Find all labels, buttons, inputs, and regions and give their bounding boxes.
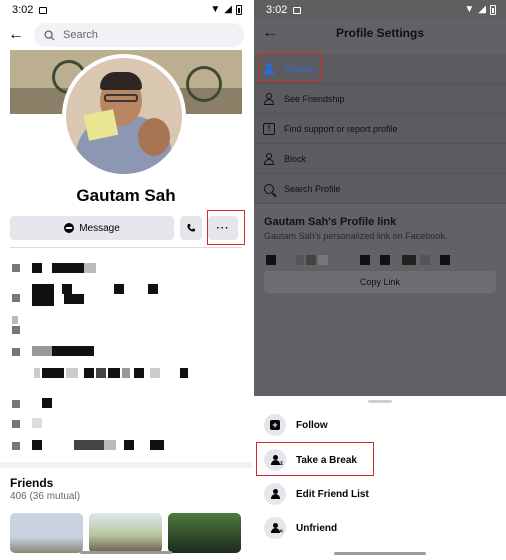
profile-name: Gautam Sah <box>76 186 176 205</box>
image-notification-icon <box>293 6 302 14</box>
search-icon <box>44 29 55 41</box>
edit-friend-list-icon <box>264 483 286 505</box>
status-time: 3:02 <box>12 4 34 16</box>
divider <box>10 247 242 248</box>
bottom-sheet: + Follow z Take a Break Edit Friend List… <box>254 396 506 560</box>
signal-icon: ◢ <box>478 4 486 15</box>
call-button[interactable] <box>180 216 202 240</box>
friends-section-title[interactable]: Friends <box>10 476 53 490</box>
highlight-more-button <box>207 210 245 245</box>
search-placeholder: Search <box>63 29 98 41</box>
back-arrow-icon[interactable]: ← <box>8 27 24 43</box>
report-icon: ! <box>262 122 276 136</box>
menu-item-label: Find support or report profile <box>284 123 398 134</box>
messenger-icon <box>64 223 75 233</box>
menu-item-see-friendship[interactable]: See Friendship <box>254 84 506 114</box>
page-title: Profile Settings <box>335 26 424 40</box>
friend-thumbnail[interactable] <box>168 513 241 553</box>
friend-thumbnail[interactable] <box>10 513 83 553</box>
follow-label: Follow <box>296 419 328 431</box>
edit-friend-list-label: Edit Friend List <box>296 488 369 500</box>
menu-item-label: Block <box>284 153 307 164</box>
profile-link-title: Gautam Sah's Profile link <box>264 216 397 228</box>
unfriend-icon: × <box>264 517 286 539</box>
phone-icon <box>187 224 195 232</box>
block-icon <box>262 152 276 166</box>
top-bar: ← Search <box>0 20 252 50</box>
message-button-label: Message <box>79 222 120 234</box>
home-indicator <box>80 551 172 554</box>
copy-link-button[interactable]: Copy Link <box>264 271 496 293</box>
friend-thumbnail[interactable] <box>89 513 162 553</box>
follow-icon: + <box>264 414 286 436</box>
see-friendship-icon <box>262 92 276 106</box>
wifi-icon: ▼ <box>464 4 475 15</box>
settings-header: ← Profile Settings <box>254 20 506 46</box>
profile-picture[interactable] <box>62 54 186 178</box>
profile-screen: 3:02 ▼ ◢ ← Search Gautam Sah Message ···… <box>0 0 252 560</box>
edit-friend-list-option[interactable]: Edit Friend List <box>264 480 369 508</box>
menu-item-block[interactable]: Block <box>254 144 506 174</box>
profile-link-section: Gautam Sah's Profile link Gautam Sah's p… <box>254 204 506 271</box>
message-button[interactable]: Message <box>10 216 174 240</box>
status-bar: 3:02 ▼ ◢ <box>254 0 506 20</box>
status-bar: 3:02 ▼ ◢ <box>0 0 252 20</box>
friends-count: 406 (36 mutual) <box>10 491 81 502</box>
section-divider <box>0 462 252 468</box>
profile-settings-screen: 3:02 ▼ ◢ ← Profile Settings Friends See … <box>254 0 506 560</box>
profile-link-subtitle: Gautam Sah's personalized link on Facebo… <box>264 231 448 241</box>
unfriend-label: Unfriend <box>296 522 338 534</box>
highlight-friends-item <box>258 53 322 81</box>
pixelated-profile-url <box>264 249 496 271</box>
image-notification-icon <box>39 6 48 14</box>
battery-icon <box>236 5 242 15</box>
signal-icon: ◢ <box>224 4 232 15</box>
unfriend-option[interactable]: × Unfriend <box>264 514 337 542</box>
wifi-icon: ▼ <box>210 4 221 15</box>
home-indicator <box>334 552 426 555</box>
menu-item-label: See Friendship <box>284 93 345 104</box>
highlight-take-a-break <box>256 442 374 476</box>
follow-option[interactable]: + Follow <box>264 411 328 439</box>
menu-item-report[interactable]: ! Find support or report profile <box>254 114 506 144</box>
search-input[interactable]: Search <box>34 23 244 47</box>
menu-item-label: Search Profile <box>284 183 341 194</box>
menu-item-search-profile[interactable]: Search Profile <box>254 174 506 204</box>
battery-icon <box>490 5 496 15</box>
status-time: 3:02 <box>266 4 288 16</box>
sheet-handle[interactable] <box>368 400 392 403</box>
search-icon <box>262 182 276 196</box>
